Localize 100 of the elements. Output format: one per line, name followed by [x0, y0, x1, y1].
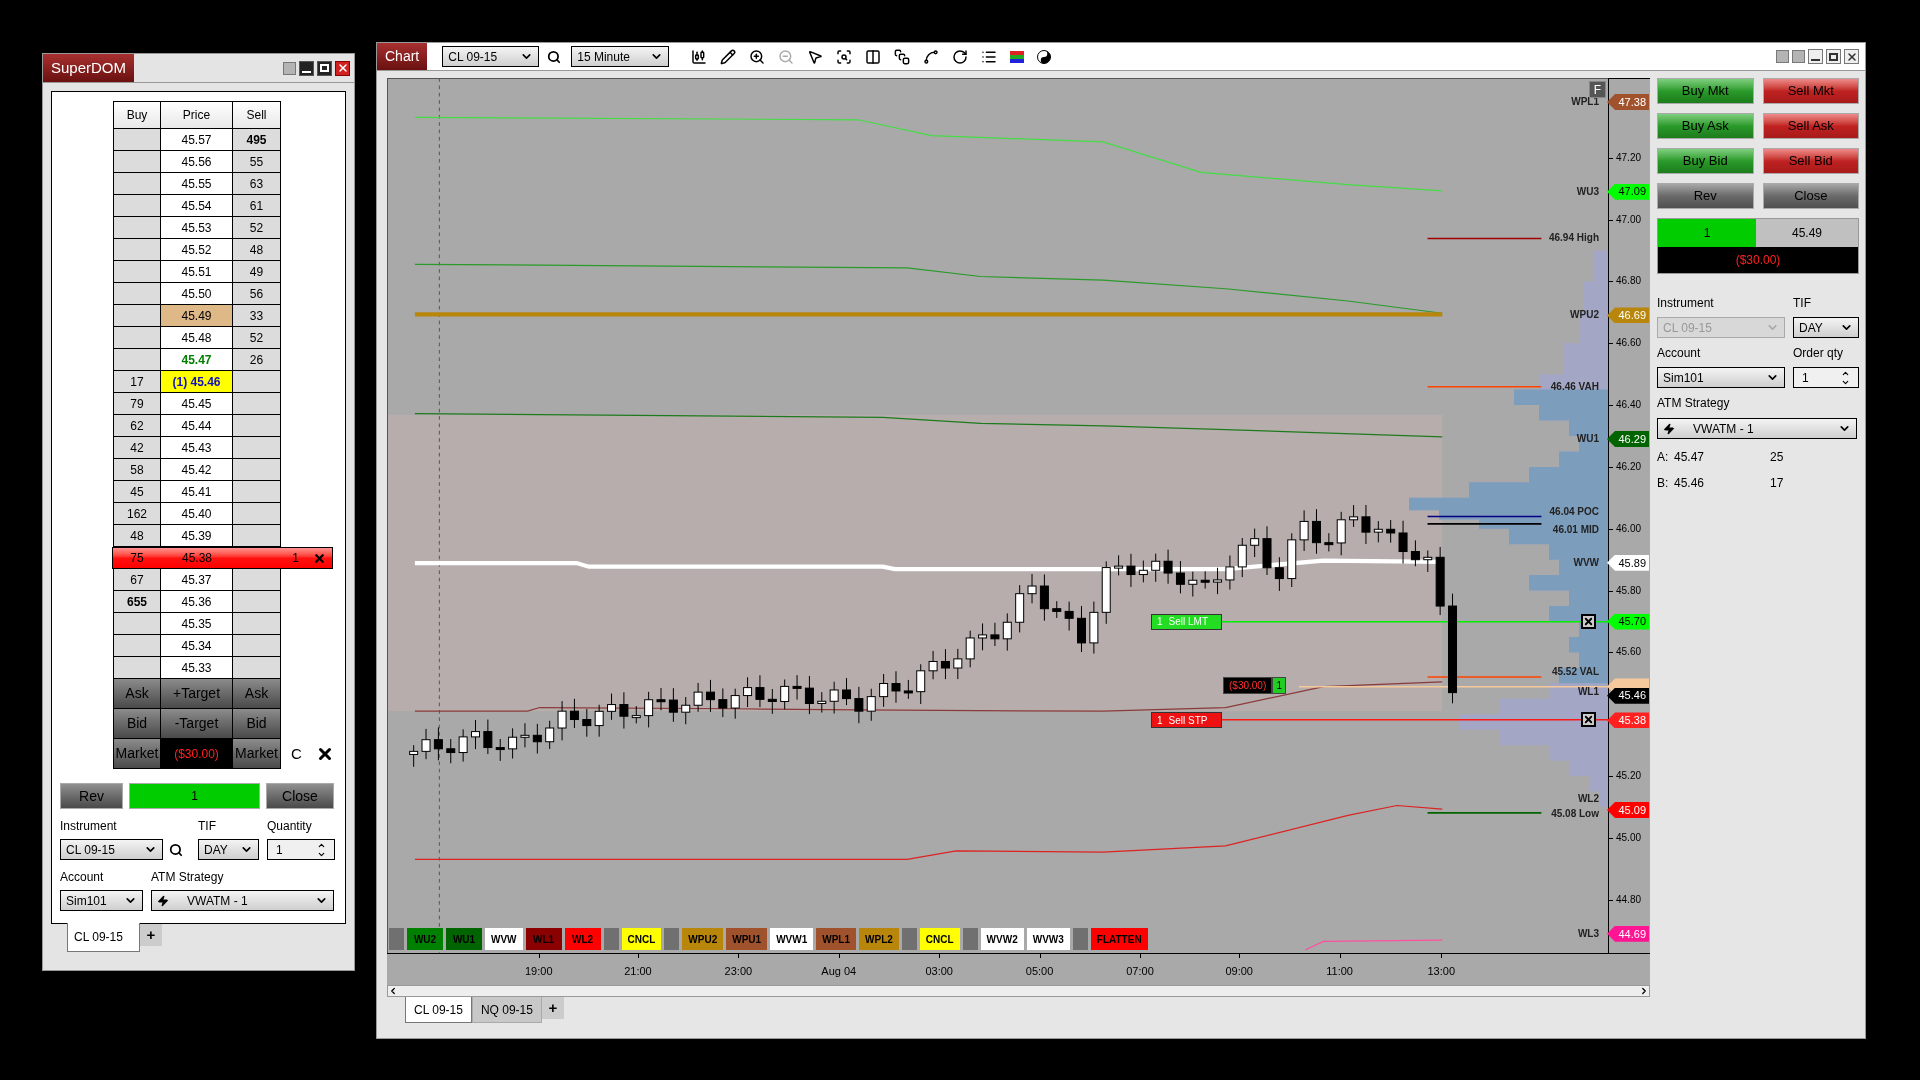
table-cell[interactable]: [113, 151, 161, 173]
level-button[interactable]: WVW: [485, 928, 523, 950]
atm-strategy-select[interactable]: VWATM - 1: [1657, 418, 1857, 439]
level-button[interactable]: WVW3: [1026, 928, 1070, 950]
table-cell[interactable]: [113, 283, 161, 305]
order-button[interactable]: Buy Mkt: [1657, 78, 1754, 104]
table-cell[interactable]: [233, 415, 281, 437]
table-cell[interactable]: [113, 349, 161, 371]
table-cell[interactable]: 655: [113, 591, 161, 613]
table-cell[interactable]: 42: [113, 437, 161, 459]
table-cell[interactable]: 52: [233, 327, 281, 349]
search-icon[interactable]: [836, 48, 853, 65]
order-button[interactable]: Sell Bid: [1762, 148, 1859, 174]
quantity-field[interactable]: 1: [267, 839, 335, 860]
table-cell[interactable]: [233, 437, 281, 459]
color-bars-icon[interactable]: [1010, 49, 1025, 64]
table-cell[interactable]: 61: [233, 195, 281, 217]
level-button[interactable]: FLATTEN: [1090, 928, 1148, 950]
level-button[interactable]: WPU1: [726, 928, 768, 950]
order-button[interactable]: Bid: [113, 709, 161, 739]
table-cell[interactable]: 45.40: [161, 503, 233, 525]
minimize-icon[interactable]: [299, 60, 314, 76]
minimize-icon[interactable]: [1808, 49, 1823, 64]
table-cell[interactable]: 67: [113, 569, 161, 591]
account-select[interactable]: Sim101: [60, 890, 143, 911]
pointer-icon[interactable]: [807, 48, 824, 65]
table-cell[interactable]: 62: [113, 415, 161, 437]
order-button[interactable]: Ask: [233, 679, 281, 709]
level-button[interactable]: WVW1: [770, 928, 814, 950]
order-button[interactable]: Buy Bid: [1657, 148, 1754, 174]
table-cell[interactable]: 56: [233, 283, 281, 305]
stack-icon[interactable]: [894, 48, 911, 65]
instrument-select[interactable]: CL 09-15: [442, 46, 540, 67]
table-cell[interactable]: 45.42: [161, 459, 233, 481]
table-cell[interactable]: 52: [233, 217, 281, 239]
table-cell[interactable]: 48: [233, 239, 281, 261]
table-cell[interactable]: [233, 635, 281, 657]
account-select[interactable]: Sim101: [1657, 367, 1785, 388]
table-cell[interactable]: [233, 591, 281, 613]
table-cell[interactable]: 45.53: [161, 217, 233, 239]
order-button[interactable]: -Target: [161, 709, 233, 739]
table-cell[interactable]: [113, 657, 161, 679]
table-cell[interactable]: 45.55: [161, 173, 233, 195]
order-button[interactable]: Ask: [113, 679, 161, 709]
cancel-order-icon[interactable]: [313, 551, 326, 565]
reverse-button[interactable]: Rev: [60, 783, 123, 809]
tif-select[interactable]: DAY: [198, 839, 259, 860]
add-tab-button[interactable]: +: [541, 997, 564, 1019]
table-cell[interactable]: 45.57: [161, 129, 233, 151]
table-cell[interactable]: 49: [233, 261, 281, 283]
table-cell[interactable]: 26: [233, 349, 281, 371]
scroll-left-icon[interactable]: [388, 986, 398, 996]
window-option-icon[interactable]: [283, 61, 296, 75]
order-button[interactable]: Market: [233, 739, 281, 769]
tif-select[interactable]: DAY: [1793, 317, 1859, 338]
table-cell[interactable]: 45.49: [161, 305, 233, 327]
table-cell[interactable]: 45.45: [161, 393, 233, 415]
close-position-button[interactable]: Close: [266, 783, 334, 809]
table-cell[interactable]: (1) 45.46: [161, 371, 233, 393]
instrument-tab[interactable]: CL 09-15: [405, 997, 472, 1023]
order-button[interactable]: Close: [1762, 183, 1859, 209]
table-cell[interactable]: [233, 393, 281, 415]
table-cell[interactable]: 48: [113, 525, 161, 547]
table-cell[interactable]: [233, 569, 281, 591]
table-cell[interactable]: 45.51: [161, 261, 233, 283]
table-cell[interactable]: 495: [233, 129, 281, 151]
table-cell[interactable]: [233, 371, 281, 393]
order-button[interactable]: Buy Ask: [1657, 113, 1754, 139]
level-button[interactable]: WPU2: [682, 928, 724, 950]
candlestick-icon[interactable]: [691, 48, 708, 65]
table-cell[interactable]: [113, 305, 161, 327]
table-cell[interactable]: [233, 503, 281, 525]
zoom-in-icon[interactable]: [749, 48, 766, 65]
order-button[interactable]: Market: [113, 739, 161, 769]
order-tag[interactable]: 1 Sell STP: [1151, 712, 1222, 729]
table-cell[interactable]: [113, 173, 161, 195]
table-cell[interactable]: 55: [233, 151, 281, 173]
corner-button[interactable]: F: [1589, 81, 1606, 98]
table-cell[interactable]: 45.48: [161, 327, 233, 349]
table-cell[interactable]: 45.54: [161, 195, 233, 217]
table-cell[interactable]: [113, 261, 161, 283]
table-cell[interactable]: 45.35: [161, 613, 233, 635]
table-cell[interactable]: 33: [233, 305, 281, 327]
table-cell[interactable]: 58: [113, 459, 161, 481]
search-icon[interactable]: [169, 842, 183, 857]
close-icon[interactable]: [1844, 49, 1859, 64]
order-button[interactable]: +Target: [161, 679, 233, 709]
table-cell[interactable]: [113, 635, 161, 657]
pencil-icon[interactable]: [720, 48, 737, 65]
table-cell[interactable]: 45: [113, 481, 161, 503]
table-cell[interactable]: [233, 481, 281, 503]
table-cell[interactable]: [233, 525, 281, 547]
refresh-icon[interactable]: [952, 48, 969, 65]
center-button[interactable]: C: [291, 742, 302, 766]
order-button[interactable]: Rev: [1657, 183, 1754, 209]
level-button[interactable]: WPL1: [816, 928, 857, 950]
table-cell[interactable]: [233, 459, 281, 481]
table-cell[interactable]: 45.34: [161, 635, 233, 657]
table-cell[interactable]: [233, 613, 281, 635]
table-cell[interactable]: [113, 129, 161, 151]
